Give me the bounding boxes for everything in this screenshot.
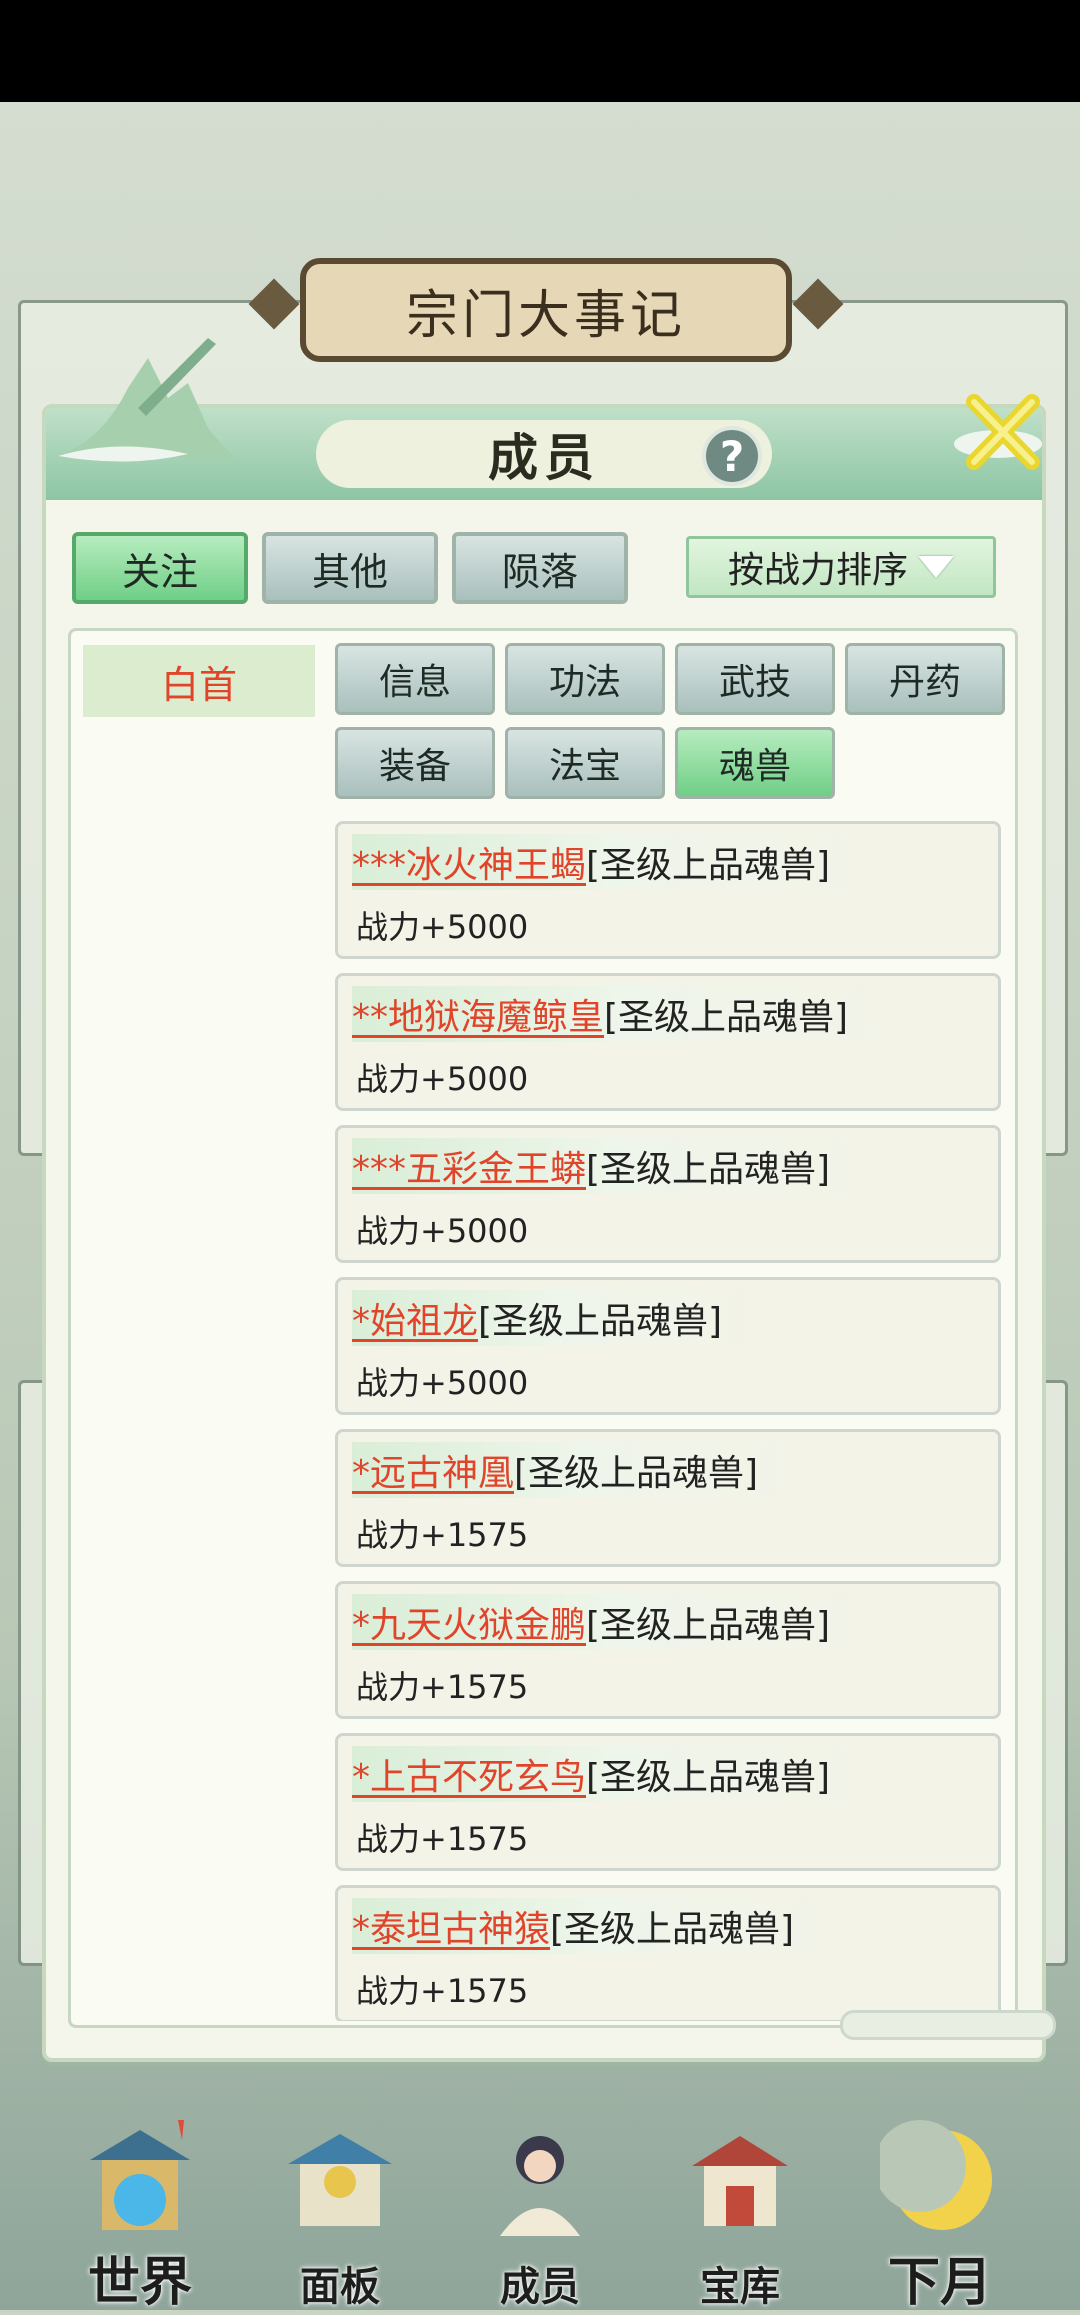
chevron-down-icon	[918, 556, 954, 578]
help-button[interactable]: ?	[702, 426, 762, 486]
category-tab-pills[interactable]: 丹药	[845, 643, 1005, 715]
nav-next-month[interactable]: 下月	[840, 2090, 1040, 2313]
beast-card[interactable]: *远古神凰 [圣级上品魂兽] 战力+1575	[335, 1429, 1001, 1567]
beast-name[interactable]: *九天火狱金鹏	[352, 1596, 586, 1648]
world-pagoda-icon	[90, 2120, 190, 2230]
beast-power: 战力+1575	[356, 1820, 529, 1858]
panel-shrine-icon	[288, 2134, 392, 2226]
member-portrait-icon	[500, 2136, 580, 2236]
members-modal: 成员 ? 关注 其他 陨落 按战力排序 白首 信息 功法 武技 丹药 装备 法宝…	[42, 338, 1046, 2062]
sort-dropdown[interactable]: 按战力排序	[686, 536, 996, 598]
beast-grade: [圣级上品魂兽]	[586, 1149, 831, 1190]
beast-card[interactable]: *上古不死玄鸟 [圣级上品魂兽] 战力+1575	[335, 1733, 1001, 1871]
nav-treasury[interactable]: 宝库	[640, 2090, 840, 2310]
nav-panel-label: 面板	[300, 2263, 380, 2310]
beast-power: 战力+5000	[356, 1060, 529, 1098]
beast-name[interactable]: ***冰火神王蝎	[352, 836, 586, 888]
nav-world-label: 世界	[87, 2252, 192, 2313]
cloud-ornament	[840, 2010, 1056, 2040]
beast-name[interactable]: *泰坦古神猿	[352, 1900, 550, 1952]
beast-grade: [圣级上品魂兽]	[586, 845, 831, 886]
beast-grade: [圣级上品魂兽]	[586, 1605, 831, 1646]
category-tab-equipment[interactable]: 装备	[335, 727, 495, 799]
nav-treasury-label: 宝库	[700, 2263, 780, 2310]
beast-grade: [圣级上品魂兽]	[604, 997, 849, 1038]
beast-grade: [圣级上品魂兽]	[586, 1757, 831, 1798]
beast-card[interactable]: *九天火狱金鹏 [圣级上品魂兽] 战力+1575	[335, 1581, 1001, 1719]
mountain-sword-ornament-icon	[48, 338, 238, 462]
beast-grade: [圣级上品魂兽]	[514, 1453, 759, 1494]
category-tab-skills[interactable]: 功法	[505, 643, 665, 715]
category-tab-martial[interactable]: 武技	[675, 643, 835, 715]
member-detail-panel: 白首 信息 功法 武技 丹药 装备 法宝 魂兽 ***冰火神王蝎 [圣级上品魂兽]…	[68, 628, 1018, 2028]
beast-power: 战力+5000	[356, 1212, 529, 1250]
nav-panel[interactable]: 面板	[240, 2090, 440, 2310]
close-icon[interactable]	[952, 382, 1052, 482]
beast-power: 战力+1575	[356, 1972, 529, 2010]
filter-tab-fallen[interactable]: 陨落	[452, 532, 628, 604]
treasury-icon	[692, 2136, 788, 2226]
crescent-moon-icon	[880, 2120, 992, 2230]
beast-list[interactable]: ***冰火神王蝎 [圣级上品魂兽] 战力+5000 **地狱海魔鲸皇 [圣级上品魂兽…	[335, 821, 1003, 2021]
nav-members[interactable]: 成员	[440, 2090, 640, 2310]
beast-card[interactable]: *始祖龙 [圣级上品魂兽] 战力+5000	[335, 1277, 1001, 1415]
beast-power: 战力+5000	[356, 908, 529, 946]
beast-name[interactable]: ***五彩金王蟒	[352, 1140, 586, 1192]
beast-name[interactable]: **地狱海魔鲸皇	[352, 988, 604, 1040]
nav-world[interactable]: 世界	[40, 2090, 240, 2313]
category-tab-treasure[interactable]: 法宝	[505, 727, 665, 799]
beast-card[interactable]: ***冰火神王蝎 [圣级上品魂兽] 战力+5000	[335, 821, 1001, 959]
beast-card[interactable]: ***五彩金王蟒 [圣级上品魂兽] 战力+5000	[335, 1125, 1001, 1263]
beast-grade: [圣级上品魂兽]	[550, 1909, 795, 1950]
status-bar	[0, 0, 1080, 102]
bottom-nav: 世界 面板 成员 宝库 下月	[0, 2090, 1080, 2313]
category-tab-beasts[interactable]: 魂兽	[675, 727, 835, 799]
modal-header: 成员 ?	[46, 338, 1042, 500]
beast-grade: [圣级上品魂兽]	[478, 1301, 723, 1342]
background-title: 宗门大事记	[300, 258, 792, 362]
beast-card[interactable]: *泰坦古神猿 [圣级上品魂兽] 战力+1575	[335, 1885, 1001, 2021]
member-list-item[interactable]: 白首	[83, 645, 315, 717]
nav-next-month-label: 下月	[887, 2252, 992, 2313]
nav-members-label: 成员	[500, 2263, 580, 2310]
sort-label: 按战力排序	[727, 550, 908, 591]
beast-power: 战力+5000	[356, 1364, 529, 1402]
beast-name[interactable]: *始祖龙	[352, 1292, 478, 1344]
filter-tab-follow[interactable]: 关注	[72, 532, 248, 604]
beast-name[interactable]: *远古神凰	[352, 1444, 514, 1496]
beast-name[interactable]: *上古不死玄鸟	[352, 1748, 586, 1800]
category-tab-info[interactable]: 信息	[335, 643, 495, 715]
beast-power: 战力+1575	[356, 1668, 529, 1706]
filter-tab-other[interactable]: 其他	[262, 532, 438, 604]
beast-power: 战力+1575	[356, 1516, 529, 1554]
beast-card[interactable]: **地狱海魔鲸皇 [圣级上品魂兽] 战力+5000	[335, 973, 1001, 1111]
